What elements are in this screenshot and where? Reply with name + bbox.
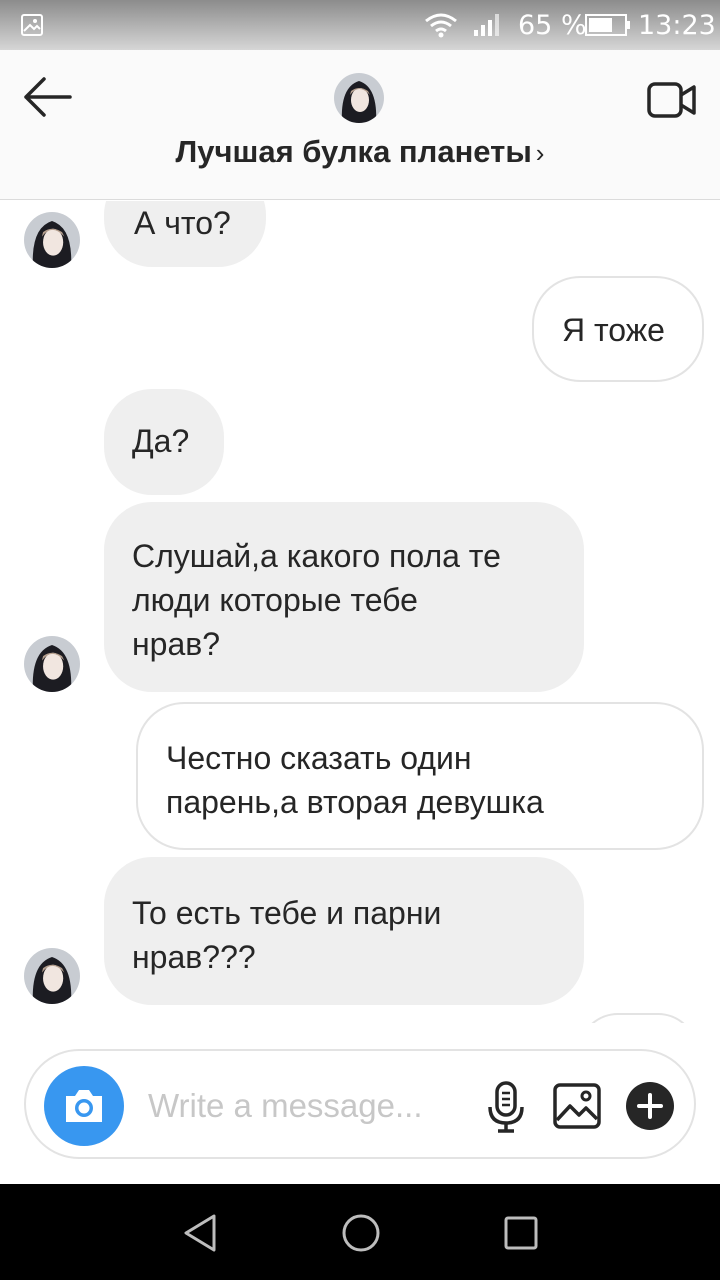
message-text: То есть тебе и парни нрав??? xyxy=(132,895,442,975)
chat-title-row[interactable]: Лучшая булка планеты › xyxy=(0,134,720,170)
message-text: Я тоже xyxy=(562,312,665,348)
message-bubble-outgoing[interactable]: Я тоже xyxy=(532,276,704,382)
video-call-icon[interactable] xyxy=(646,80,698,120)
message-text: А что? xyxy=(134,205,231,241)
avatar xyxy=(24,636,80,692)
message-text: Честно сказать один парень,а вторая деву… xyxy=(166,740,544,820)
chat-title[interactable]: Лучшая булка планеты xyxy=(176,134,532,169)
nav-back-icon[interactable] xyxy=(180,1212,222,1254)
message-composer xyxy=(24,1049,696,1159)
message-list[interactable]: А что? Я тоже Да? Слушай,а какого пола т… xyxy=(0,201,720,1023)
chevron-right-icon: › xyxy=(535,138,545,168)
plus-icon[interactable] xyxy=(626,1082,674,1130)
nav-recent-apps-icon[interactable] xyxy=(502,1214,540,1252)
message-text: Да? xyxy=(132,423,190,459)
message-input[interactable] xyxy=(148,1081,478,1131)
avatar xyxy=(24,212,80,268)
camera-button[interactable] xyxy=(44,1066,124,1146)
gallery-icon[interactable] xyxy=(552,1082,602,1130)
chat-header: Лучшая булка планеты › xyxy=(0,50,720,200)
wifi-icon xyxy=(425,13,457,38)
battery-icon xyxy=(585,14,630,36)
status-bar: 65 % 13:23 xyxy=(0,0,720,50)
microphone-icon[interactable] xyxy=(486,1081,526,1133)
message-bubble-outgoing[interactable]: Честно сказать один парень,а вторая деву… xyxy=(136,702,704,850)
image-icon xyxy=(21,14,43,36)
message-bubble-incoming[interactable]: Да? xyxy=(104,389,224,495)
message-bubble-incoming[interactable]: А что? xyxy=(104,201,266,267)
message-bubble-incoming[interactable]: Слушай,а какого пола те люди которые теб… xyxy=(104,502,584,692)
message-bubble-outgoing[interactable] xyxy=(578,1013,698,1023)
battery-percent: 65 % xyxy=(518,10,587,41)
clock: 13:23 xyxy=(638,10,716,41)
avatar[interactable] xyxy=(334,73,384,123)
signal-icon xyxy=(474,14,499,36)
system-nav-bar xyxy=(0,1184,720,1280)
nav-home-icon[interactable] xyxy=(340,1212,382,1254)
avatar xyxy=(24,948,80,1004)
back-arrow-icon[interactable] xyxy=(22,76,74,118)
message-text: Слушай,а какого пола те люди которые теб… xyxy=(132,538,501,662)
camera-icon xyxy=(66,1090,102,1122)
message-bubble-incoming[interactable]: То есть тебе и парни нрав??? xyxy=(104,857,584,1005)
